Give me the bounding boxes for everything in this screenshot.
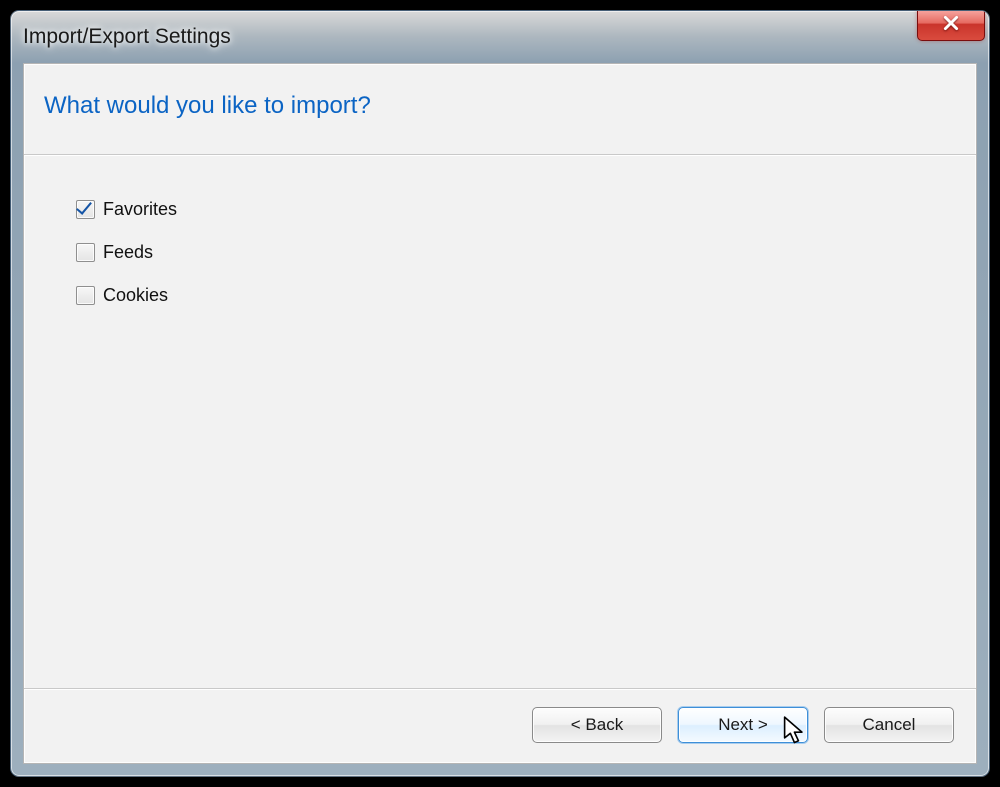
checkbox-favorites[interactable]: [76, 200, 95, 219]
wizard-header: What would you like to import?: [24, 64, 976, 155]
button-label: Next >: [718, 715, 768, 735]
close-icon: [942, 14, 960, 37]
page-heading: What would you like to import?: [44, 92, 956, 120]
wizard-footer: < Back Next > Cancel: [24, 688, 976, 763]
option-cookies[interactable]: Cookies: [76, 285, 924, 306]
cancel-button[interactable]: Cancel: [824, 707, 954, 743]
close-button[interactable]: [917, 10, 985, 41]
option-feeds[interactable]: Feeds: [76, 242, 924, 263]
next-button[interactable]: Next >: [678, 707, 808, 743]
option-label: Favorites: [103, 199, 177, 220]
window-title: Import/Export Settings: [23, 25, 231, 49]
options-pane: Favorites Feeds Cookies: [24, 155, 976, 688]
titlebar[interactable]: Import/Export Settings: [11, 11, 989, 63]
checkbox-feeds[interactable]: [76, 243, 95, 262]
button-label: Cancel: [863, 715, 916, 735]
option-label: Feeds: [103, 242, 153, 263]
client-area: What would you like to import? Favorites…: [23, 63, 977, 764]
option-label: Cookies: [103, 285, 168, 306]
dialog-window: Import/Export Settings What would you li…: [10, 10, 990, 777]
checkbox-cookies[interactable]: [76, 286, 95, 305]
option-favorites[interactable]: Favorites: [76, 199, 924, 220]
back-button[interactable]: < Back: [532, 707, 662, 743]
button-label: < Back: [571, 715, 623, 735]
cursor-icon: [783, 716, 807, 746]
